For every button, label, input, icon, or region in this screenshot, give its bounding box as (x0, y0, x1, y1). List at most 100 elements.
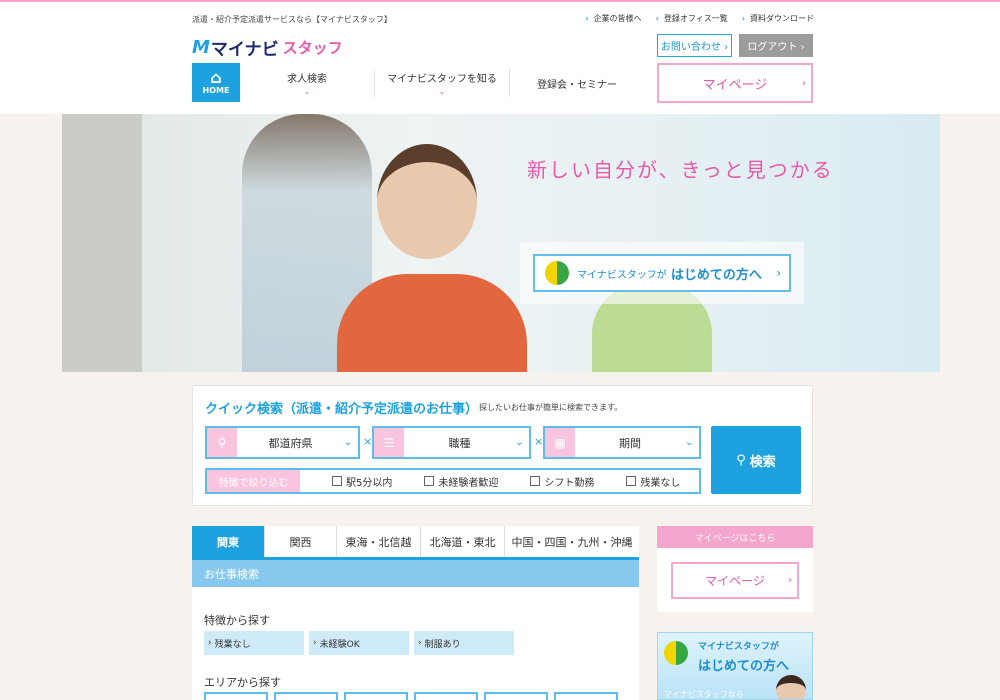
chevron-down-icon: ⌄ (438, 87, 446, 96)
chevron-down-icon: ⌄ (685, 437, 694, 448)
hero-background (62, 114, 142, 372)
site-logo[interactable]: M マイナビ スタッフ (192, 35, 343, 60)
banner-line2: はじめての方へ (698, 659, 790, 674)
sidebar-mypage-header: マイページはこちら (657, 526, 813, 548)
nav-job-search-label: 求人検索 (287, 74, 327, 85)
nav-seminar[interactable]: 登録会・セミナー (510, 63, 644, 103)
hero-catchcopy: 新しい自分が、きっと見つかる (527, 158, 834, 182)
sidebar-mypage-label: マイページ (705, 574, 765, 588)
checkbox-icon[interactable] (530, 476, 541, 486)
map-pin-icon: ⚲ (207, 428, 237, 457)
search-button[interactable]: ⚲ 検索 (711, 426, 801, 494)
feature-no-overtime[interactable]: 残業なし (204, 631, 304, 655)
top-links: 企業の皆様へ 登録オフィス一覧 資料ダウンロード (585, 13, 814, 24)
hero-photo (337, 144, 537, 372)
hero-photo-body (337, 274, 527, 372)
mypage-label: マイページ (702, 77, 768, 93)
feature-inexperienced[interactable]: 未経験OK (309, 631, 409, 655)
beginner-mark-icon (545, 261, 569, 285)
feature-links: 残業なし 未経験OK 制服あり (204, 631, 514, 655)
site-header: 派遣・紹介予定派遣サービスなら【マイナビスタッフ】 企業の皆様へ 登録オフィス一… (0, 0, 1000, 114)
global-nav: 求人検索 ⌄ マイナビスタッフを知る ⌄ 登録会・セミナー (240, 63, 646, 103)
home-icon: ⌂ (210, 68, 222, 87)
feature-heading: 特徴から探す (204, 614, 270, 627)
site-tagline: 派遣・紹介予定派遣サービスなら【マイナビスタッフ】 (192, 15, 392, 24)
area-link[interactable] (344, 692, 408, 700)
checkbox-label: 駅5分以内 (346, 477, 393, 489)
contact-button[interactable]: お問い合わせ › (657, 34, 732, 57)
prefecture-select[interactable]: ⚲ 都道府県 ⌄ (205, 426, 360, 459)
quick-search-panel: クイック検索（派遣・紹介予定派遣のお仕事） 探したいお仕事が簡単に検索できます。… (192, 385, 813, 506)
chevron-right-icon: › (776, 266, 781, 280)
home-label: HOME (202, 86, 230, 95)
chevron-down-icon: ⌄ (344, 437, 353, 448)
tab-tokai[interactable]: 東海・北信越 (337, 526, 421, 557)
nav-about[interactable]: マイナビスタッフを知る ⌄ (375, 63, 509, 103)
logo-text-mynavi: マイナビ (210, 40, 279, 60)
beginners-button-pre: マイナビスタッフが (577, 269, 667, 281)
sidebar-mypage-box: マイページ › (657, 548, 813, 612)
beginners-button-main: はじめての方へ (670, 267, 762, 283)
area-link[interactable] (204, 692, 268, 700)
logo-mark-icon: M (192, 37, 210, 58)
times-icon: × (534, 435, 544, 448)
nav-about-label: マイナビスタッフを知る (387, 74, 497, 85)
logout-button[interactable]: ログアウト › (739, 34, 813, 57)
nav-job-search[interactable]: 求人検索 ⌄ (240, 63, 374, 103)
job-search-header: お仕事検索 (192, 560, 639, 587)
feature-filter-label: 特徴で絞り込む (207, 470, 300, 492)
search-icon: ⚲ (736, 452, 746, 468)
chevron-right-icon: › (802, 77, 806, 89)
tab-chugoku[interactable]: 中国・四国・九州・沖縄 (505, 526, 639, 557)
checkbox-shift[interactable]: シフト勤務 (530, 474, 594, 489)
list-icon: ☰ (374, 428, 404, 457)
checkbox-no-overtime[interactable]: 残業なし (626, 474, 680, 489)
chevron-right-icon: › (788, 575, 792, 586)
area-link[interactable] (554, 692, 618, 700)
job-search-panel: お仕事検索 特徴から探す 残業なし 未経験OK 制服あり エリアから探す (192, 560, 639, 700)
home-button[interactable]: ⌂ HOME (192, 63, 240, 102)
area-links (204, 692, 618, 700)
region-tabs: 関東 関西 東海・北信越 北海道・東北 中国・四国・九州・沖縄 (192, 526, 639, 560)
prefecture-select-label: 都道府県 (268, 436, 313, 450)
search-button-label: 検索 (749, 454, 776, 470)
area-link[interactable] (414, 692, 478, 700)
job-type-select[interactable]: ☰ 職種 ⌄ (372, 426, 531, 459)
banner-line3: マイナビスタッフなら (664, 690, 744, 699)
checkbox-label: 残業なし (640, 477, 681, 489)
area-link[interactable] (274, 692, 338, 700)
tab-kanto[interactable]: 関東 (192, 526, 265, 557)
area-heading: エリアから探す (204, 676, 281, 689)
period-select[interactable]: ▦ 期間 ⌄ (543, 426, 701, 459)
top-link-corporate[interactable]: 企業の皆様へ (585, 13, 642, 24)
quick-search-subtitle: 探したいお仕事が簡単に検索できます。 (479, 403, 623, 412)
area-link[interactable] (484, 692, 548, 700)
quick-search-title: クイック検索（派遣・紹介予定派遣のお仕事） (205, 402, 479, 417)
tab-kansai[interactable]: 関西 (265, 526, 337, 557)
nav-seminar-label: 登録会・セミナー (537, 79, 617, 91)
checkbox-icon[interactable] (424, 476, 435, 486)
times-icon: × (363, 435, 373, 448)
beginners-guide-button[interactable]: マイナビスタッフが はじめての方へ › (533, 254, 791, 292)
checkbox-station[interactable]: 駅5分以内 (332, 474, 392, 489)
checkbox-icon[interactable] (626, 476, 637, 486)
top-link-offices[interactable]: 登録オフィス一覧 (656, 13, 728, 24)
top-link-download[interactable]: 資料ダウンロード (742, 13, 814, 24)
period-select-label: 期間 (619, 436, 641, 450)
logo-text-staff: スタッフ (282, 39, 343, 57)
sidebar-beginners-banner[interactable]: マイナビスタッフが はじめての方へ マイナビスタッフなら (657, 632, 813, 700)
job-type-select-label: 職種 (448, 436, 471, 450)
banner-photo (776, 675, 806, 699)
checkbox-inexperienced[interactable]: 未経験者歓迎 (424, 474, 498, 489)
mypage-button[interactable]: マイページ › (657, 63, 813, 103)
checkbox-label: シフト勤務 (544, 477, 595, 489)
tab-hokkaido[interactable]: 北海道・東北 (421, 526, 505, 557)
hero-photo-head (377, 144, 477, 259)
feature-uniform[interactable]: 制服あり (414, 631, 514, 655)
checkbox-label: 未経験者歓迎 (438, 477, 499, 489)
checkbox-icon[interactable] (332, 476, 342, 486)
chevron-down-icon: ⌄ (515, 437, 524, 448)
sidebar-mypage-button[interactable]: マイページ › (671, 562, 799, 599)
calendar-icon: ▦ (545, 428, 575, 457)
banner-line1: マイナビスタッフが (698, 642, 779, 652)
